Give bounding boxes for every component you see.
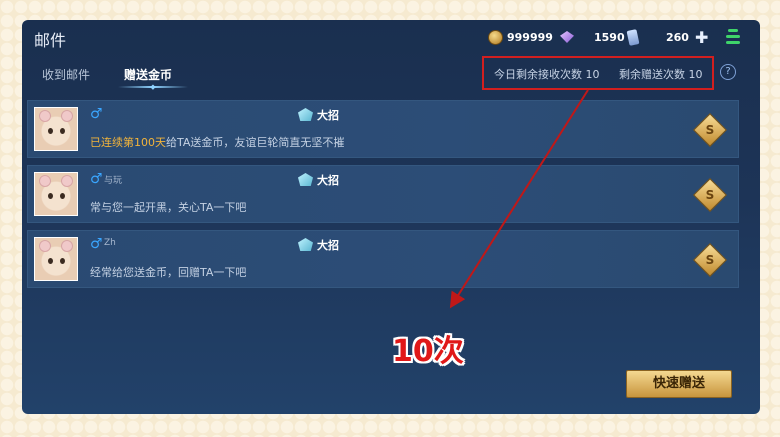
mail-screen: 邮件 999999 1590 260 ✚ 收到邮件 赠送金币 ◆ 今日剩余接收次… [22,20,760,414]
quick-send-button[interactable]: 快速赠送 [626,370,732,398]
annotation-arrow [449,89,589,309]
annotation-text: 10次 [392,334,464,369]
